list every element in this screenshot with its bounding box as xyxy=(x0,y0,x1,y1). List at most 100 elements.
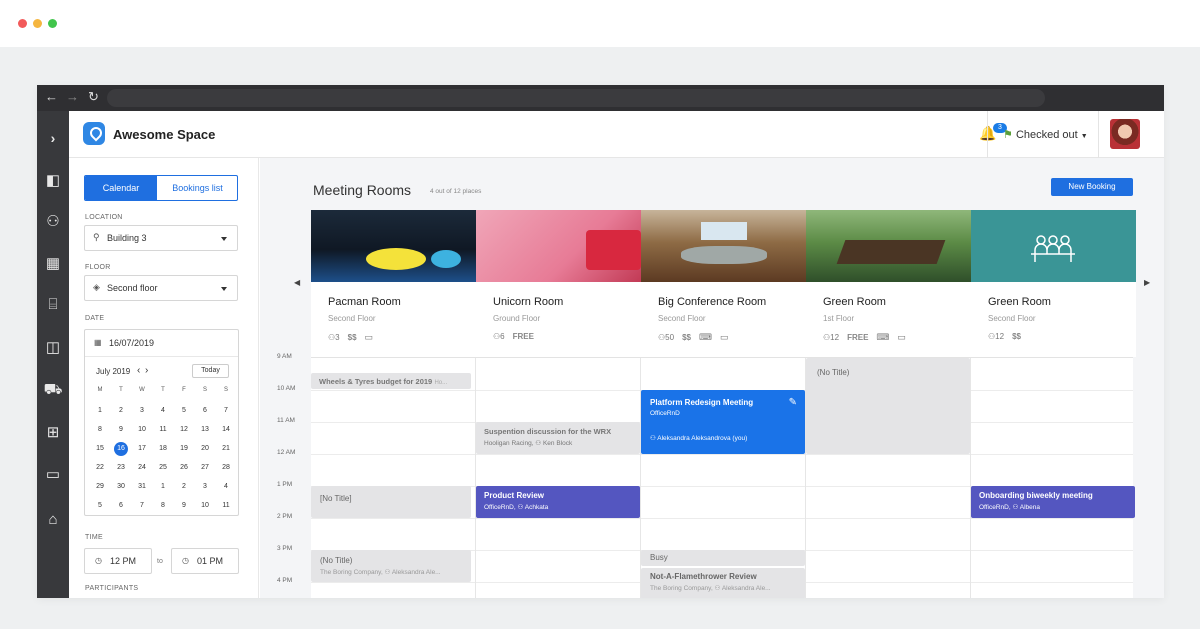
checkin-status-dropdown[interactable]: ⚑ Checked out ▼ xyxy=(1003,128,1088,141)
calendar-day[interactable]: 10 xyxy=(132,423,152,437)
event-title: Onboarding biweekly meeting xyxy=(979,491,1093,500)
expand-chevron-icon[interactable]: › xyxy=(37,130,69,146)
calendar-day[interactable]: 11 xyxy=(216,499,236,513)
calendar-day[interactable]: 2 xyxy=(174,480,194,494)
booking-event[interactable]: Suspention discussion for the WRX Hoolig… xyxy=(476,422,640,454)
prev-rooms-arrow[interactable]: ◀ xyxy=(294,278,300,287)
calendar-day[interactable]: 1 xyxy=(90,404,110,418)
calendar-day[interactable]: 4 xyxy=(153,404,173,418)
calendar-day[interactable]: 27 xyxy=(195,461,215,475)
calendar-day[interactable]: 28 xyxy=(216,461,236,475)
room-floor: Second Floor xyxy=(658,314,706,323)
forward-icon[interactable]: → xyxy=(66,89,79,105)
location-select[interactable]: ⚲ Building 3 xyxy=(84,225,238,251)
address-bar[interactable] xyxy=(107,89,1045,107)
calendar-day[interactable]: 6 xyxy=(195,404,215,418)
time-to-field[interactable]: ◷ 01 PM xyxy=(171,548,239,574)
calendar-icon[interactable]: ▦ xyxy=(37,254,69,272)
room-card[interactable]: Green Room Second Floor ⚇12 $$ xyxy=(971,210,1136,357)
floor-value: Second floor xyxy=(107,283,158,293)
user-avatar[interactable] xyxy=(1110,119,1140,149)
next-rooms-arrow[interactable]: ▶ xyxy=(1144,278,1150,287)
calendar-day[interactable]: 19 xyxy=(174,442,194,456)
calendar-day[interactable]: 21 xyxy=(216,442,236,456)
home-icon[interactable]: ⌂ xyxy=(37,511,69,528)
calendar-day[interactable]: 9 xyxy=(111,423,131,437)
calendar-day[interactable]: 5 xyxy=(174,404,194,418)
calendar-day[interactable]: 20 xyxy=(195,442,215,456)
tab-calendar[interactable]: Calendar xyxy=(85,176,157,200)
calendar-day[interactable]: 23 xyxy=(111,461,131,475)
browser-window: ← → ↻ › ◧ ⚇ ▦ ⌸ ◫ ⛟ ⊞ ▭ ⌂ Awesome Space … xyxy=(37,85,1164,598)
calendar-day[interactable]: 10 xyxy=(195,499,215,513)
gift-icon[interactable]: ⊞ xyxy=(37,423,69,441)
calendar-day[interactable]: 14 xyxy=(216,423,236,437)
calendar-day[interactable]: 25 xyxy=(153,461,173,475)
cart-icon[interactable]: ⛟ xyxy=(37,381,69,400)
laptop-icon: ⌨ xyxy=(876,332,890,342)
new-booking-button[interactable]: New Booking xyxy=(1051,178,1133,196)
members-icon[interactable]: ⚇ xyxy=(37,212,69,230)
room-meta: ⚇50 $$ ⌨ ▭ xyxy=(658,332,729,343)
room-card[interactable]: Unicorn Room Ground Floor ⚇6 FREE xyxy=(476,210,641,357)
room-card[interactable]: Big Conference Room Second Floor ⚇50 $$ ⌨ ▭ xyxy=(641,210,806,357)
calendar-day[interactable]: 15 xyxy=(90,442,110,456)
date-field[interactable]: ▦ 16/07/2019 xyxy=(85,330,238,357)
maximize-window-dot[interactable] xyxy=(48,19,57,28)
calendar-day[interactable]: 31 xyxy=(132,480,152,494)
calendar-day[interactable]: 24 xyxy=(132,461,152,475)
chat-icon[interactable]: ▭ xyxy=(37,465,69,483)
time-from-field[interactable]: ◷ 12 PM xyxy=(84,548,152,574)
minimize-window-dot[interactable] xyxy=(33,19,42,28)
booking-event[interactable]: [No Title] xyxy=(311,486,471,518)
calendar-day[interactable]: 2 xyxy=(111,404,131,418)
calendar-day[interactable]: 6 xyxy=(111,499,131,513)
reload-icon[interactable]: ↻ xyxy=(88,89,99,105)
room-card[interactable]: Pacman Room Second Floor ⚇3 $$ ▭ xyxy=(311,210,476,357)
calendar-day[interactable]: 5 xyxy=(90,499,110,513)
close-window-dot[interactable] xyxy=(18,19,27,28)
calendar-day[interactable]: 7 xyxy=(132,499,152,513)
next-month-icon[interactable]: › xyxy=(145,365,148,376)
prev-month-icon[interactable]: ‹ xyxy=(137,365,140,376)
calendar-day[interactable]: 8 xyxy=(90,423,110,437)
calendar-day[interactable]: 22 xyxy=(90,461,110,475)
booking-event-selected[interactable]: Platform Redesign Meeting OfficeRnD ⚇ Al… xyxy=(641,390,805,454)
calendar-day[interactable]: 26 xyxy=(174,461,194,475)
bed-icon[interactable]: ⌸ xyxy=(37,296,69,313)
calendar-day[interactable]: 8 xyxy=(153,499,173,513)
booking-event[interactable]: (No Title) The Boring Company, ⚇ Aleksan… xyxy=(311,550,471,582)
calendar-day[interactable]: 17 xyxy=(132,442,152,456)
room-meta: ⚇12 $$ xyxy=(988,332,1021,341)
calendar-day[interactable]: 3 xyxy=(195,480,215,494)
back-icon[interactable]: ← xyxy=(45,89,58,105)
calendar-day[interactable]: 9 xyxy=(174,499,194,513)
today-button[interactable]: Today xyxy=(192,364,229,378)
room-capacity: 12 xyxy=(830,333,840,342)
calendar-day[interactable]: 29 xyxy=(90,480,110,494)
calendar-day[interactable]: 11 xyxy=(153,423,173,437)
booking-event[interactable]: Wheels & Tyres budget for 2019 Ho... xyxy=(311,373,471,389)
event-subtitle: The Boring Company, ⚇ Aleksandra Ale... xyxy=(650,585,771,592)
calendar-day[interactable]: 1 xyxy=(153,480,173,494)
calendar-day[interactable]: 4 xyxy=(216,480,236,494)
calendar-day[interactable]: 18 xyxy=(153,442,173,456)
booking-event[interactable]: Onboarding biweekly meeting OfficeRnD, ⚇… xyxy=(971,486,1135,518)
calendar-day[interactable]: 12 xyxy=(174,423,194,437)
calendar-day[interactable]: 30 xyxy=(111,480,131,494)
selected-day[interactable]: 16 xyxy=(114,442,128,456)
calendar-day[interactable]: 3 xyxy=(132,404,152,418)
edit-icon[interactable]: ✎ xyxy=(789,397,797,408)
booking-event[interactable]: (No Title) xyxy=(806,358,970,454)
room-card[interactable]: Green Room 1st Floor ⚇12 FREE ⌨ ▭ xyxy=(806,210,971,357)
tab-bookings-list[interactable]: Bookings list xyxy=(157,176,237,200)
dashboard-icon[interactable]: ◧ xyxy=(37,171,69,189)
calendar-day[interactable]: 13 xyxy=(195,423,215,437)
floor-select[interactable]: ◈ Second floor xyxy=(84,275,238,301)
logo-icon[interactable] xyxy=(83,122,105,145)
booking-event[interactable]: Not-A-Flamethrower Review The Boring Com… xyxy=(641,568,805,598)
events-icon[interactable]: ◫ xyxy=(37,338,69,356)
booking-event[interactable]: Busy xyxy=(641,550,805,566)
booking-event[interactable]: Product Review OfficeRnD, ⚇ Achkata xyxy=(476,486,640,518)
calendar-day[interactable]: 7 xyxy=(216,404,236,418)
